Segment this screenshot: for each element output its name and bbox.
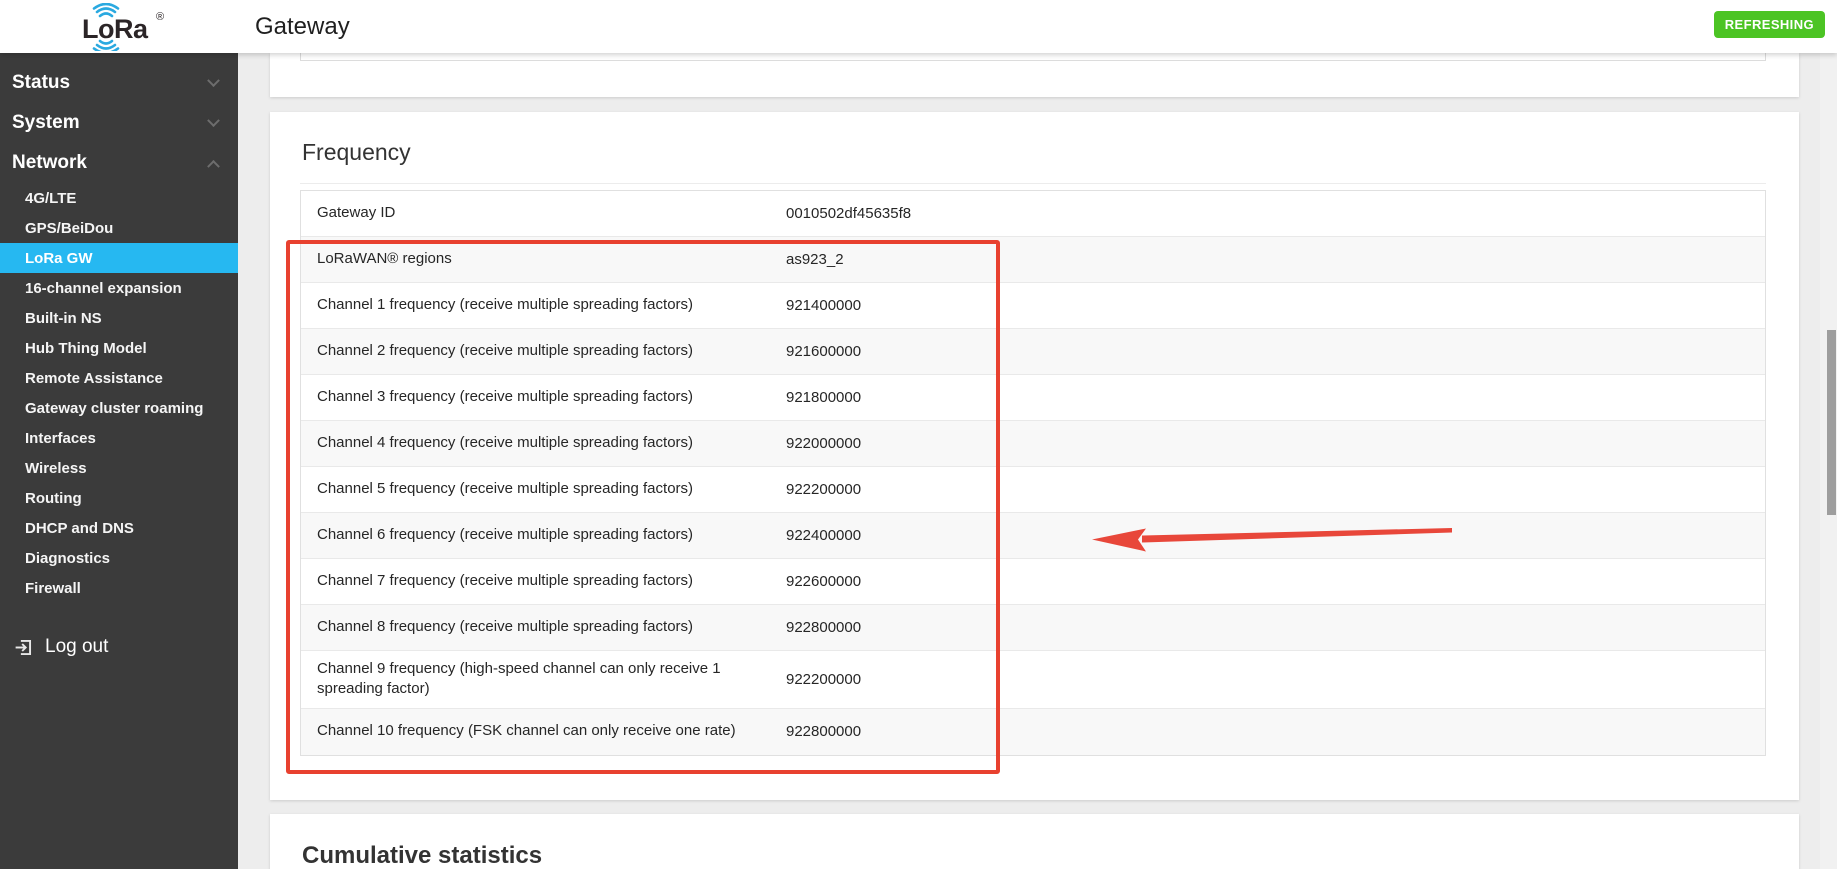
table-row-channel-3: Channel 3 frequency (receive multiple sp… <box>301 375 1765 421</box>
sidebar-item-status[interactable]: Status <box>0 63 238 103</box>
scrollbar-thumb[interactable] <box>1827 330 1836 515</box>
svg-text:®: ® <box>156 11 164 23</box>
row-value: 922400000 <box>786 527 1765 544</box>
main-content: Frequency Gateway ID 0010502df45635f8 Lo… <box>238 53 1837 869</box>
sidebar-item-hub-thing-model[interactable]: Hub Thing Model <box>0 333 238 363</box>
row-label: Channel 7 frequency (receive multiple sp… <box>301 563 786 599</box>
row-value: 922800000 <box>786 723 1765 740</box>
lora-logo-icon: LoRa ® <box>68 3 172 51</box>
logout-icon <box>13 637 34 658</box>
sidebar-item-firewall[interactable]: Firewall <box>0 573 238 603</box>
sidebar: Status System Network 4G/LTE GPS/BeiDou … <box>0 53 238 869</box>
frequency-table: Gateway ID 0010502df45635f8 LoRaWAN® reg… <box>300 190 1766 756</box>
lora-logo: LoRa ® <box>68 3 172 56</box>
logout-button[interactable]: Log out <box>0 636 238 658</box>
row-value: 922200000 <box>786 671 1765 688</box>
sidebar-item-wireless[interactable]: Wireless <box>0 453 238 483</box>
page-title: Gateway <box>255 0 350 53</box>
sidebar-item-system[interactable]: System <box>0 103 238 143</box>
row-label: Channel 10 frequency (FSK channel can on… <box>301 713 786 749</box>
cumulative-statistics-card: Cumulative statistics <box>270 814 1799 869</box>
row-label: Gateway ID <box>301 195 786 231</box>
sidebar-item-dhcp-and-dns[interactable]: DHCP and DNS <box>0 513 238 543</box>
refreshing-badge[interactable]: REFRESHING <box>1714 11 1825 38</box>
sidebar-item-lora-gw[interactable]: LoRa GW <box>0 243 238 273</box>
sidebar-item-built-in-ns[interactable]: Built-in NS <box>0 303 238 333</box>
table-row-channel-7: Channel 7 frequency (receive multiple sp… <box>301 559 1765 605</box>
row-label: Channel 1 frequency (receive multiple sp… <box>301 287 786 323</box>
row-value: 921600000 <box>786 343 1765 360</box>
table-row-channel-9: Channel 9 frequency (high-speed channel … <box>301 651 1765 709</box>
partial-top-card <box>270 53 1799 97</box>
row-value: 922000000 <box>786 435 1765 452</box>
sidebar-item-label: Network <box>12 152 87 174</box>
svg-text:LoRa: LoRa <box>82 14 149 44</box>
table-row-lorawan-regions: LoRaWAN® regions as923_2 <box>301 237 1765 283</box>
sidebar-item-gateway-cluster-roaming[interactable]: Gateway cluster roaming <box>0 393 238 423</box>
frequency-card-title: Frequency <box>302 139 411 166</box>
row-label: Channel 9 frequency (high-speed channel … <box>301 651 786 708</box>
table-row-channel-5: Channel 5 frequency (receive multiple sp… <box>301 467 1765 513</box>
row-value: 921400000 <box>786 297 1765 314</box>
table-row-channel-10: Channel 10 frequency (FSK channel can on… <box>301 709 1765 755</box>
chevron-down-icon <box>207 74 220 87</box>
chevron-up-icon <box>207 159 220 172</box>
table-row-channel-2: Channel 2 frequency (receive multiple sp… <box>301 329 1765 375</box>
cumulative-statistics-title: Cumulative statistics <box>302 842 542 869</box>
table-row-gateway-id: Gateway ID 0010502df45635f8 <box>301 191 1765 237</box>
sidebar-item-gps-beidou[interactable]: GPS/BeiDou <box>0 213 238 243</box>
table-row-channel-4: Channel 4 frequency (receive multiple sp… <box>301 421 1765 467</box>
frequency-card: Frequency Gateway ID 0010502df45635f8 Lo… <box>270 112 1799 800</box>
row-label: Channel 2 frequency (receive multiple sp… <box>301 333 786 369</box>
sidebar-item-routing[interactable]: Routing <box>0 483 238 513</box>
table-row-channel-6: Channel 6 frequency (receive multiple sp… <box>301 513 1765 559</box>
row-label: Channel 5 frequency (receive multiple sp… <box>301 471 786 507</box>
row-value: 922600000 <box>786 573 1765 590</box>
sidebar-item-network[interactable]: Network <box>0 143 238 183</box>
cut-off-table <box>300 53 1766 61</box>
sidebar-item-4g-lte[interactable]: 4G/LTE <box>0 183 238 213</box>
row-value: 922200000 <box>786 481 1765 498</box>
sidebar-item-label: Status <box>12 72 70 94</box>
network-submenu: 4G/LTE GPS/BeiDou LoRa GW 16-channel exp… <box>0 183 238 603</box>
sidebar-item-interfaces[interactable]: Interfaces <box>0 423 238 453</box>
sidebar-item-diagnostics[interactable]: Diagnostics <box>0 543 238 573</box>
row-label: Channel 4 frequency (receive multiple sp… <box>301 425 786 461</box>
row-value: 922800000 <box>786 619 1765 636</box>
vertical-scrollbar[interactable] <box>1820 53 1837 869</box>
table-row-channel-8: Channel 8 frequency (receive multiple sp… <box>301 605 1765 651</box>
logout-label: Log out <box>45 636 108 658</box>
sidebar-item-remote-assistance[interactable]: Remote Assistance <box>0 363 238 393</box>
top-header: LoRa ® Gateway REFRESHING <box>0 0 1837 53</box>
row-value: as923_2 <box>786 251 1765 268</box>
row-label: LoRaWAN® regions <box>301 241 786 277</box>
chevron-down-icon <box>207 114 220 127</box>
row-label: Channel 8 frequency (receive multiple sp… <box>301 609 786 645</box>
row-value: 921800000 <box>786 389 1765 406</box>
row-label: Channel 6 frequency (receive multiple sp… <box>301 517 786 553</box>
sidebar-item-label: System <box>12 112 80 134</box>
row-value: 0010502df45635f8 <box>786 205 1765 222</box>
row-label: Channel 3 frequency (receive multiple sp… <box>301 379 786 415</box>
divider <box>300 183 1766 184</box>
sidebar-item-16-channel-expansion[interactable]: 16-channel expansion <box>0 273 238 303</box>
table-row-channel-1: Channel 1 frequency (receive multiple sp… <box>301 283 1765 329</box>
